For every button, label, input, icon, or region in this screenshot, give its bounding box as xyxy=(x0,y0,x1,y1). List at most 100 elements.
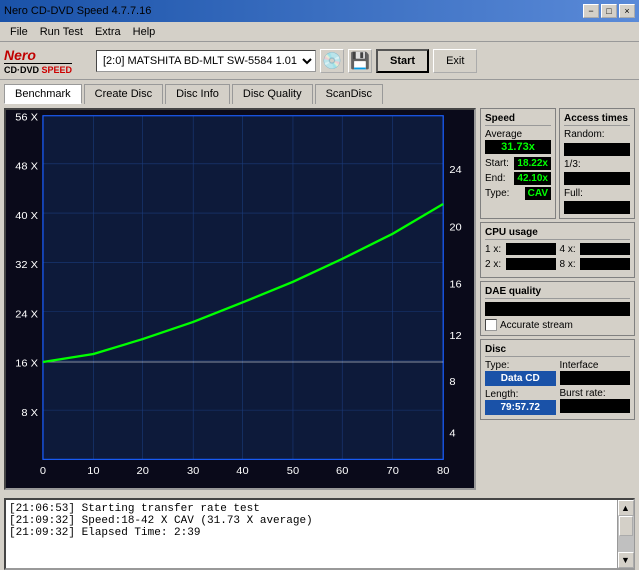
cpu-1x-label: 1 x: xyxy=(485,244,501,255)
maximize-btn[interactable]: □ xyxy=(601,4,617,18)
menu-run-test[interactable]: Run Test xyxy=(34,24,89,40)
dae-header: DAE quality xyxy=(485,286,630,299)
menu-help[interactable]: Help xyxy=(127,24,162,40)
svg-text:40: 40 xyxy=(236,466,248,478)
tab-create-disc[interactable]: Create Disc xyxy=(84,84,163,104)
full-value-box xyxy=(564,201,630,214)
exit-button[interactable]: Exit xyxy=(433,49,477,73)
disc-type-value: Data CD xyxy=(485,371,556,386)
start-value: 18.22x xyxy=(514,157,551,170)
svg-text:50: 50 xyxy=(287,466,299,478)
interface-label: Interface xyxy=(560,360,631,371)
close-btn[interactable]: × xyxy=(619,4,635,18)
svg-text:12: 12 xyxy=(449,330,461,342)
cpu-2x-label: 2 x: xyxy=(485,259,501,270)
toolbar-icon-save[interactable]: 💾 xyxy=(348,49,372,73)
log-content: [21:06:53] Starting transfer rate test [… xyxy=(6,500,617,568)
scroll-track[interactable] xyxy=(618,516,634,552)
svg-text:4: 4 xyxy=(449,428,455,440)
cpu-8x-label: 8 x: xyxy=(560,259,576,270)
type-label: Type: xyxy=(485,188,509,199)
tab-disc-quality[interactable]: Disc Quality xyxy=(232,84,313,104)
accurate-stream-checkbox[interactable] xyxy=(485,319,497,331)
disc-header: Disc xyxy=(485,344,630,357)
svg-text:70: 70 xyxy=(387,466,399,478)
svg-text:20: 20 xyxy=(449,222,461,234)
menubar: File Run Test Extra Help xyxy=(0,22,639,42)
random-label: Random: xyxy=(564,129,605,140)
disc-length-label: Length: xyxy=(485,389,556,400)
burst-rate-label: Burst rate: xyxy=(560,388,631,399)
type-value: CAV xyxy=(525,187,551,200)
cpu-4x-label: 4 x: xyxy=(560,244,576,255)
tab-disc-info[interactable]: Disc Info xyxy=(165,84,230,104)
log-area: [21:06:53] Starting transfer rate test [… xyxy=(4,498,635,570)
logo-line2: CD·DVD SPEED xyxy=(4,63,72,75)
interface-value-box xyxy=(560,371,631,385)
chart-container: 56 X 48 X 40 X 32 X 24 X 16 X 8 X 24 20 … xyxy=(4,108,476,490)
cpu-1x-box xyxy=(506,243,556,255)
full-label: Full: xyxy=(564,188,583,199)
titlebar-title: Nero CD-DVD Speed 4.7.7.16 xyxy=(4,5,151,17)
scroll-thumb[interactable] xyxy=(619,516,633,536)
logo-line1: Nero xyxy=(4,47,72,63)
svg-text:48 X: 48 X xyxy=(15,161,38,173)
svg-text:16: 16 xyxy=(449,279,461,291)
drive-select[interactable]: [2:0] MATSHITA BD-MLT SW-5584 1.01 xyxy=(96,50,316,72)
disc-type-label: Type: xyxy=(485,360,556,371)
cpu-2x-box xyxy=(506,258,556,270)
one-third-label: 1/3: xyxy=(564,159,581,170)
menu-file[interactable]: File xyxy=(4,24,34,40)
burst-rate-value-box xyxy=(560,399,631,413)
log-line-1: [21:06:53] Starting transfer rate test xyxy=(9,503,614,515)
svg-text:8: 8 xyxy=(449,376,455,388)
svg-text:8 X: 8 X xyxy=(21,407,38,419)
tabs-bar: Benchmark Create Disc Disc Info Disc Qua… xyxy=(0,80,639,104)
speed-header: Speed xyxy=(485,113,551,126)
svg-text:24: 24 xyxy=(449,164,461,176)
svg-text:16 X: 16 X xyxy=(15,358,38,370)
cpu-header: CPU usage xyxy=(485,227,630,240)
svg-text:20: 20 xyxy=(137,466,149,478)
start-button[interactable]: Start xyxy=(376,49,429,73)
scroll-up-btn[interactable]: ▲ xyxy=(618,500,634,516)
titlebar: Nero CD-DVD Speed 4.7.7.16 − □ × xyxy=(0,0,639,22)
toolbar: Nero CD·DVD SPEED [2:0] MATSHITA BD-MLT … xyxy=(0,42,639,80)
right-panel: Speed Average 31.73x Start: 18.22x End: … xyxy=(480,108,635,490)
access-times-section: Access times Random: 1/3: Full: xyxy=(559,108,635,219)
average-label: Average xyxy=(485,129,551,140)
svg-text:24 X: 24 X xyxy=(15,309,38,321)
main-content: 56 X 48 X 40 X 32 X 24 X 16 X 8 X 24 20 … xyxy=(0,104,639,494)
cpu-8x-box xyxy=(580,258,630,270)
tab-scan-disc[interactable]: ScanDisc xyxy=(315,84,383,104)
access-header: Access times xyxy=(564,113,630,126)
svg-text:30: 30 xyxy=(187,466,199,478)
random-value-box xyxy=(564,143,630,156)
one-third-value-box xyxy=(564,172,630,185)
svg-text:40 X: 40 X xyxy=(15,210,38,222)
tab-benchmark[interactable]: Benchmark xyxy=(4,84,82,104)
cpu-usage-section: CPU usage 1 x: 2 x: 4 x: xyxy=(480,222,635,278)
disc-length-value: 79:57.72 xyxy=(485,400,556,415)
log-scrollbar[interactable]: ▲ ▼ xyxy=(617,500,633,568)
svg-text:80: 80 xyxy=(437,466,449,478)
end-label: End: xyxy=(485,173,506,184)
accurate-stream-label: Accurate stream xyxy=(500,320,573,331)
menu-extra[interactable]: Extra xyxy=(89,24,127,40)
log-line-2: [21:09:32] Speed:18-42 X CAV (31.73 X av… xyxy=(9,515,614,527)
titlebar-buttons: − □ × xyxy=(583,4,635,18)
toolbar-icon-disc[interactable]: 💿 xyxy=(320,49,344,73)
disc-section: Disc Type: Data CD Length: 79:57.72 Inte… xyxy=(480,339,635,420)
speed-section: Speed Average 31.73x Start: 18.22x End: … xyxy=(480,108,556,219)
svg-text:0: 0 xyxy=(40,466,46,478)
svg-text:32 X: 32 X xyxy=(15,259,38,271)
svg-text:56 X: 56 X xyxy=(15,112,38,124)
dae-value-box xyxy=(485,302,630,316)
cpu-4x-box xyxy=(580,243,630,255)
average-value-box: 31.73x xyxy=(485,140,551,154)
logo: Nero CD·DVD SPEED xyxy=(4,47,84,75)
svg-text:10: 10 xyxy=(87,466,99,478)
minimize-btn[interactable]: − xyxy=(583,4,599,18)
scroll-down-btn[interactable]: ▼ xyxy=(618,552,634,568)
svg-text:60: 60 xyxy=(336,466,348,478)
